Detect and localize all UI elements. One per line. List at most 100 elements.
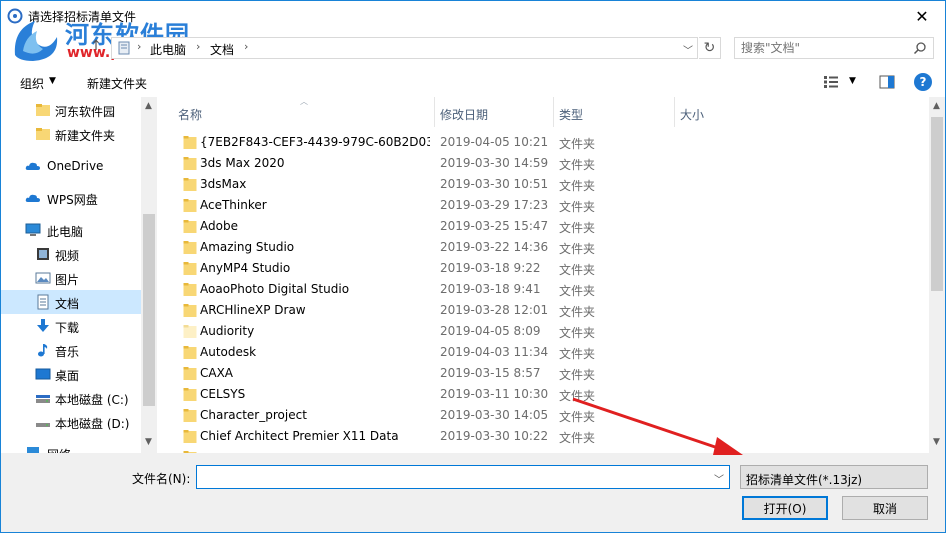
table-row[interactable]: AoaoPhoto Digital Studio 2019-03-18 9:41 文… [157,279,929,300]
file-name: AnyMP4 Studio [200,261,291,275]
folder-icon [36,104,50,116]
table-row[interactable]: 3dsMax 2019-03-30 10:51 文件夹 [157,174,929,195]
column-header-name[interactable]: 名称 ︿ [157,97,434,127]
column-header-label: 名称 [178,108,203,122]
table-row[interactable]: 3ds Max 2020 2019-03-30 14:59 文件夹 [157,153,929,174]
sidebar-item-drive-d[interactable]: 本地磁盘 (D:) [1,410,141,434]
file-date: 2019-03-29 17:23 [440,198,549,212]
sidebar-item-documents[interactable]: 文档 [1,290,141,314]
folder-icon [183,220,197,233]
sidebar-item-label: 网络 [47,446,71,453]
table-row[interactable]: Chief Architect Premier X11 Data 2019-03-… [157,426,929,447]
folder-icon [183,430,197,443]
column-header-size[interactable]: 大小 [675,97,775,127]
cancel-button[interactable]: 取消 [842,496,928,520]
scroll-down-icon[interactable]: ▼ [145,437,152,447]
file-name: CAXA [200,366,234,380]
table-row[interactable]: Amazing Studio 2019-03-22 14:36 文件夹 [157,237,929,258]
table-row[interactable]: AceThinker 2019-03-29 17:23 文件夹 [157,195,929,216]
chevron-down-icon[interactable]: ﹀ [683,42,693,57]
table-row[interactable]: Character_project 2019-03-30 14:05 文件夹 [157,405,929,426]
cloud-icon [25,194,40,202]
folder-icon [183,346,197,359]
search-input[interactable] [741,38,911,58]
drive-icon [36,395,50,403]
breadcrumb-documents[interactable]: 文档 [210,41,234,58]
scrollbar-thumb[interactable] [143,214,155,406]
file-list-scrollbar[interactable]: ▲ ▼ [929,97,945,453]
sidebar-item-label: 文档 [55,297,80,311]
folder-icon [183,199,197,212]
file-type: 文件夹 [559,368,596,382]
folder-icon [183,388,197,401]
filetype-select[interactable]: 招标清单文件(*.13jz) ﹀ [740,465,928,489]
sidebar-item-label: 音乐 [55,345,80,359]
refresh-button[interactable]: ↻ [699,37,721,59]
sidebar-item-onedrive[interactable]: OneDrive [1,154,141,178]
caret-down-icon[interactable]: ▼ [849,76,856,86]
view-options-icon[interactable] [823,75,839,89]
sidebar-item-wps-drive[interactable]: WPS网盘 [1,186,141,210]
table-row[interactable]: CELSYS 2019-03-11 10:30 文件夹 [157,384,929,405]
help-button[interactable]: ? [914,73,932,91]
sidebar-item-label: 新建文件夹 [55,129,116,143]
address-bar[interactable]: › 此电脑 › 文档 › ﹀ [111,37,698,59]
sidebar-item-label: 下载 [55,321,80,335]
sidebar-item-videos[interactable]: 视频 [1,242,141,266]
sidebar-item-pictures[interactable]: 图片 [1,266,141,290]
new-folder-button[interactable]: 新建文件夹 [87,75,147,92]
file-name: 3ds Max 2020 [200,156,285,170]
sidebar-scrollbar[interactable]: ▲ ▼ [141,97,157,453]
chevron-down-icon[interactable]: ﹀ [746,471,921,486]
up-arrow-icon[interactable]: ↑ [87,38,105,56]
file-type: 文件夹 [559,389,596,403]
table-row[interactable]: AnyMP4 Studio 2019-03-18 9:22 文件夹 [157,258,929,279]
sidebar-item-downloads[interactable]: 下载 [1,314,141,338]
table-row[interactable]: CAXA 2019-03-15 8:57 文件夹 [157,363,929,384]
column-header-date[interactable]: 修改日期 [435,97,553,127]
table-row[interactable]: Audiority 2019-04-05 8:09 文件夹 [157,321,929,342]
sidebar-item-label: WPS网盘 [47,193,98,207]
preview-pane-icon[interactable] [879,75,895,89]
sidebar-item-this-pc[interactable]: 此电脑 [1,218,141,242]
filename-input[interactable] [201,466,711,488]
sidebar-item-desktop[interactable]: 桌面 [1,362,141,386]
open-button[interactable]: 打开(O) [742,496,828,520]
search-box[interactable] [734,37,934,59]
folder-icon [183,262,197,275]
file-date: 2019-03-28 12:01 [440,303,549,317]
file-type: 文件夹 [559,284,596,298]
column-header-label: 修改日期 [440,108,489,122]
file-type: 文件夹 [559,158,596,172]
scroll-up-icon[interactable]: ▲ [145,101,152,111]
file-name: Autodesk [200,345,257,359]
table-row[interactable]: {7EB2F843-CEF3-4439-979C-60B2D03... 2019-… [157,132,929,153]
organize-button[interactable]: 组织 [20,75,44,92]
sidebar-item-new-folder[interactable]: 新建文件夹 [1,122,141,146]
sidebar-item-drive-c[interactable]: 本地磁盘 (C:) [1,386,141,410]
folder-icon [183,409,197,422]
folder-icon [36,128,50,140]
table-row[interactable]: ARCHlineXP Draw 2019-03-28 12:01 文件夹 [157,300,929,321]
close-button[interactable]: ✕ [899,1,945,31]
scroll-down-icon[interactable]: ▼ [933,437,940,447]
caret-down-icon[interactable]: ▼ [49,76,56,86]
table-row[interactable]: Adobe 2019-03-25 15:47 文件夹 [157,216,929,237]
table-row[interactable]: Autodesk 2019-04-03 11:34 文件夹 [157,342,929,363]
scrollbar-thumb[interactable] [931,117,943,291]
column-header-type[interactable]: 类型 [554,97,674,127]
sidebar-item-label: 本地磁盘 (C:) [55,393,129,407]
sidebar-item-network[interactable]: 网络 [1,441,141,453]
chevron-down-icon[interactable]: ﹀ [714,471,724,486]
sidebar-item-music[interactable]: 音乐 [1,338,141,362]
file-type: 文件夹 [559,242,596,256]
sort-ascending-icon: ︿ [300,97,308,106]
scroll-up-icon[interactable]: ▲ [933,101,940,111]
file-list: 名称 ︿ 修改日期 类型 大小 {7EB2F843-CEF3-4439-979C… [157,97,945,453]
filename-combobox[interactable]: ﹀ [196,465,730,489]
sidebar-item-hedong[interactable]: 河东软件园 [1,98,141,122]
sidebar-item-label: OneDrive [47,159,104,173]
drive-icon [36,423,50,427]
breadcrumb-this-pc[interactable]: 此电脑 [150,41,186,58]
file-name: ARCHlineXP Draw [200,303,306,317]
